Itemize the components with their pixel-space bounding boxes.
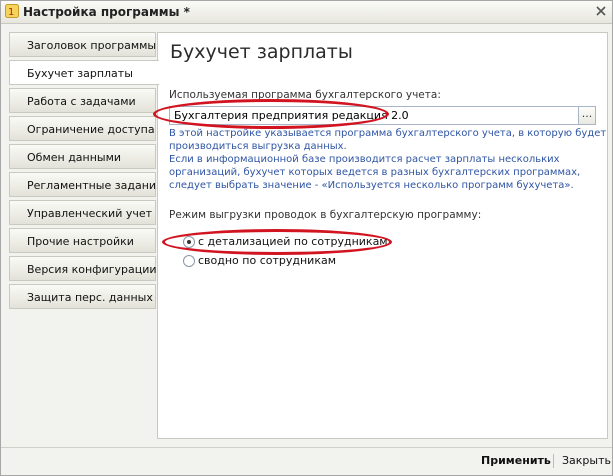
nav-tab-header[interactable]: Заголовок программы: [9, 32, 156, 57]
nav-tab-payroll-accounting[interactable]: Бухучет зарплаты: [9, 60, 159, 85]
nav-tab-label: Ограничение доступа: [27, 123, 155, 136]
nav-tab-management-accounting[interactable]: Управленческий учет: [9, 200, 156, 225]
nav-tab-label: Прочие настройки: [27, 235, 134, 248]
red-annotation-ellipse: [162, 229, 392, 255]
hint-line: следует выбрать значение - «Используется…: [169, 180, 574, 191]
export-mode-label: Режим выгрузки проводок в бухгалтерскую …: [169, 209, 482, 221]
hint-line: производиться выгрузка данных.: [169, 141, 347, 152]
nav-tab-label: Регламентные задания: [27, 179, 163, 192]
select-program-button[interactable]: ...: [578, 107, 595, 124]
nav-tab-label: Защита перс. данных: [27, 291, 153, 304]
svg-text:1: 1: [8, 7, 14, 18]
nav-tab-access-restriction[interactable]: Ограничение доступа: [9, 116, 156, 141]
settings-panel: Бухучет зарплаты Используемая программа …: [153, 32, 608, 439]
footer-divider: [553, 454, 554, 468]
nav-tab-label: Обмен данными: [27, 151, 122, 164]
radio-summary-by-employee[interactable]: [183, 255, 195, 267]
nav-tab-label: Работа с задачами: [27, 95, 136, 108]
window-title: Настройка программы *: [23, 5, 190, 19]
nav-tab-scheduled-jobs[interactable]: Регламентные задания: [9, 172, 163, 197]
hint-line: Если в информационной базе производится …: [169, 154, 560, 165]
title-bar: 1 Настройка программы *: [1, 1, 612, 24]
nav-tab-label: Бухучет зарплаты: [27, 67, 133, 80]
close-button[interactable]: Закрыть: [562, 454, 611, 467]
nav-tab-data-exchange[interactable]: Обмен данными: [9, 144, 156, 169]
nav-tab-label: Версия конфигурации: [27, 263, 157, 276]
settings-window: 1 Настройка программы * Заголовок програ…: [0, 0, 613, 476]
settings-nav: Заголовок программы Бухучет зарплаты Раб…: [9, 32, 163, 443]
nav-tab-personal-data-protection[interactable]: Защита перс. данных: [9, 284, 156, 309]
section-title: Бухучет зарплаты: [170, 41, 353, 63]
nav-tab-tasks[interactable]: Работа с задачами: [9, 88, 156, 113]
dialog-footer: Применить Закрыть: [1, 447, 612, 475]
apply-button[interactable]: Применить: [481, 454, 551, 467]
close-window-icon[interactable]: [595, 5, 607, 17]
red-annotation-ellipse: [153, 99, 389, 129]
nav-tab-other-settings[interactable]: Прочие настройки: [9, 228, 156, 253]
nav-tab-label: Управленческий учет: [27, 207, 153, 220]
nav-tab-config-version[interactable]: Версия конфигурации: [9, 256, 157, 281]
radio-label-summary[interactable]: сводно по сотрудникам: [198, 254, 336, 267]
hint-line: В этой настройке указывается программа б…: [169, 128, 607, 139]
app-icon: 1: [5, 4, 19, 18]
hint-line: организаций, бухучет которых ведется в р…: [169, 167, 581, 178]
nav-tab-label: Заголовок программы: [27, 39, 157, 52]
